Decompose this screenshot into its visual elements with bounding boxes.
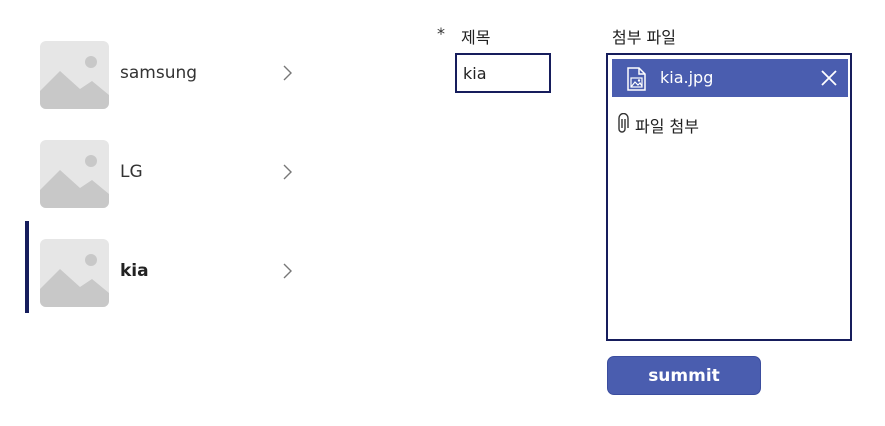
attachments-label: 첨부 파일 — [612, 28, 676, 47]
chevron-right-icon[interactable] — [281, 261, 295, 281]
attachment-file-item[interactable]: kia.jpg — [612, 59, 848, 97]
chevron-right-icon[interactable] — [281, 162, 295, 182]
gallery-item-label: kia — [120, 261, 149, 281]
gallery-item-lg[interactable]: LG — [25, 122, 315, 214]
gallery: samsung LG kia — [0, 0, 320, 426]
required-marker: * — [437, 24, 445, 43]
selection-indicator — [25, 221, 29, 313]
attach-file-label: 파일 첨부 — [635, 117, 699, 136]
gallery-item-kia[interactable]: kia — [25, 221, 315, 313]
attachments-box: kia.jpg 파일 첨부 — [606, 53, 852, 341]
image-file-icon — [626, 67, 648, 95]
gallery-item-samsung[interactable]: samsung — [25, 23, 315, 115]
title-label: 제목 — [461, 28, 491, 47]
submit-button[interactable]: summit — [607, 356, 761, 395]
close-icon[interactable] — [818, 67, 840, 89]
image-placeholder-icon — [40, 140, 109, 208]
gallery-item-label: samsung — [120, 63, 198, 83]
paperclip-icon — [616, 112, 630, 139]
attachment-file-name: kia.jpg — [660, 68, 714, 87]
chevron-right-icon[interactable] — [281, 63, 295, 83]
title-input[interactable] — [455, 53, 551, 93]
image-placeholder-icon — [40, 239, 109, 307]
gallery-item-label: LG — [120, 162, 143, 182]
image-placeholder-icon — [40, 41, 109, 109]
